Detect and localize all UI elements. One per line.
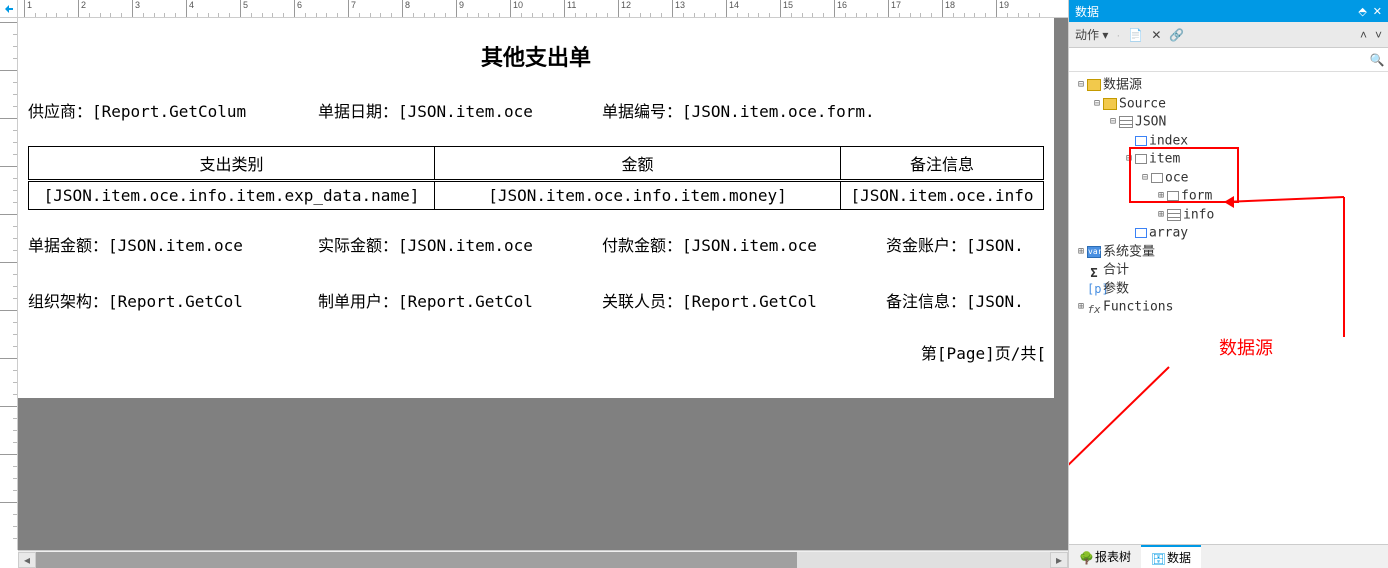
- tree-source[interactable]: ⊟Source ⊟JSON index ⊟item ⊟oce: [1091, 95, 1386, 243]
- number-cell[interactable]: 单据编号：[JSON.item.oce.form.: [602, 98, 932, 122]
- delete-icon[interactable]: ✕: [1151, 28, 1161, 42]
- remark-value: [JSON.: [966, 292, 1024, 311]
- close-icon[interactable]: ✕: [1373, 5, 1382, 18]
- remark-cell[interactable]: 备注信息：[JSON.: [886, 288, 1048, 312]
- page-footer: 第[Page]页/共[: [921, 344, 1046, 363]
- tree-index[interactable]: index: [1123, 132, 1386, 151]
- tree-sysvar[interactable]: ⊞var系统变量: [1075, 243, 1386, 262]
- bill-amount-value: [JSON.item.oce: [108, 236, 243, 255]
- tree-root-datasource[interactable]: ⊟数据源 ⊟Source ⊟JSON index ⊟item ⊟oce: [1075, 76, 1386, 243]
- supplier-cell[interactable]: 供应商：[Report.GetColum: [28, 98, 318, 122]
- tree-icon: 🌳: [1079, 551, 1091, 563]
- tab-report-tree[interactable]: 🌳 报表树: [1069, 545, 1141, 568]
- pay-amount-cell[interactable]: 付款金额：[JSON.item.oce: [602, 232, 882, 256]
- tree-array[interactable]: array: [1123, 224, 1386, 243]
- data-tree[interactable]: ⊟数据源 ⊟Source ⊟JSON index ⊟item ⊟oce: [1069, 72, 1388, 544]
- number-label: 单据编号：: [602, 102, 682, 121]
- scroll-track[interactable]: [36, 552, 1050, 568]
- tree-params[interactable]: [p]参数: [1075, 280, 1386, 299]
- date-value: [JSON.item.oce: [398, 102, 533, 121]
- person-value: [Report.GetCol: [682, 292, 817, 311]
- actual-amount-label: 实际金额：: [318, 236, 398, 255]
- scroll-thumb[interactable]: [36, 552, 797, 568]
- tree-item[interactable]: ⊟item ⊟oce ⊞form ⊞info: [1123, 150, 1386, 224]
- user-label: 制单用户：: [318, 292, 398, 311]
- user-cell[interactable]: 制单用户：[Report.GetCol: [318, 288, 598, 312]
- horizontal-scrollbar[interactable]: ◂ ▸: [18, 550, 1068, 568]
- cell-amount[interactable]: [JSON.item.oce.info.item.money]: [435, 181, 841, 210]
- ruler-vertical[interactable]: [0, 18, 18, 550]
- tree-form[interactable]: ⊞form: [1155, 187, 1386, 206]
- col-header-type[interactable]: 支出类别: [29, 147, 435, 181]
- pay-amount-value: [JSON.item.oce: [682, 236, 817, 255]
- panel-header[interactable]: 数据 ⬘ ✕: [1069, 0, 1388, 22]
- panel-tabs: 🌳 报表树 🗄 数据: [1069, 544, 1388, 568]
- account-cell[interactable]: 资金账户：[JSON.: [886, 232, 1048, 256]
- actions-dropdown[interactable]: 动作 ▾: [1075, 26, 1108, 43]
- user-value: [Report.GetCol: [398, 292, 533, 311]
- supplier-value: [Report.GetColum: [92, 102, 246, 121]
- scroll-left-button[interactable]: ◂: [18, 552, 36, 568]
- date-cell[interactable]: 单据日期：[JSON.item.oce: [318, 98, 598, 122]
- detail-table[interactable]: 支出类别 金额 备注信息 [JSON.item.oce.info.item.ex…: [18, 146, 1054, 210]
- supplier-label: 供应商：: [28, 102, 92, 121]
- data-icon: 🗄: [1151, 552, 1163, 564]
- panel-search: 🔍: [1069, 48, 1388, 72]
- up-icon[interactable]: ˄: [1360, 28, 1367, 42]
- new-icon[interactable]: 📄: [1128, 28, 1143, 42]
- account-value: [JSON.: [966, 236, 1024, 255]
- ruler-corner[interactable]: [0, 0, 18, 18]
- annotation-label: 数据源: [1219, 334, 1273, 360]
- pin-icon[interactable]: ⬘: [1358, 5, 1366, 18]
- annotation-arrow-2: [1069, 362, 1179, 544]
- data-panel: 数据 ⬘ ✕ 动作 ▾ · 📄 ✕ 🔗 ˄ ˅ 🔍 ⊟数据源 ⊟Sour: [1068, 0, 1388, 568]
- person-label: 关联人员：: [602, 292, 682, 311]
- tree-oce[interactable]: ⊟oce ⊞form ⊞info: [1139, 169, 1386, 225]
- search-input[interactable]: [1069, 51, 1366, 69]
- remark-label: 备注信息：: [886, 292, 966, 311]
- tree-info[interactable]: ⊞info: [1155, 206, 1386, 225]
- bill-amount-cell[interactable]: 单据金额：[JSON.item.oce: [28, 232, 318, 256]
- canvas[interactable]: 其他支出单 供应商：[Report.GetColum 单据日期：[JSON.it…: [18, 18, 1068, 550]
- ruler-horizontal[interactable]: [18, 0, 1068, 18]
- col-header-remark[interactable]: 备注信息: [841, 147, 1044, 181]
- actual-amount-value: [JSON.item.oce: [398, 236, 533, 255]
- cell-type[interactable]: [JSON.item.oce.info.item.exp_data.name]: [29, 181, 435, 210]
- link-icon[interactable]: 🔗: [1169, 28, 1184, 42]
- org-value: [Report.GetCol: [108, 292, 243, 311]
- number-value: [JSON.item.oce.form.: [682, 102, 875, 121]
- date-label: 单据日期：: [318, 102, 398, 121]
- canvas-empty-area: [18, 398, 1068, 538]
- tree-json[interactable]: ⊟JSON index ⊟item ⊟oce ⊞form: [1107, 113, 1386, 243]
- editor-pane: 其他支出单 供应商：[Report.GetColum 单据日期：[JSON.it…: [0, 0, 1068, 568]
- org-label: 组织架构：: [28, 292, 108, 311]
- bill-amount-label: 单据金额：: [28, 236, 108, 255]
- col-header-amount[interactable]: 金额: [435, 147, 841, 181]
- actual-amount-cell[interactable]: 实际金额：[JSON.item.oce: [318, 232, 598, 256]
- tree-functions[interactable]: ⊞fxFunctions: [1075, 298, 1386, 317]
- person-cell[interactable]: 关联人员：[Report.GetCol: [602, 288, 882, 312]
- org-cell[interactable]: 组织架构：[Report.GetCol: [28, 288, 318, 312]
- down-icon[interactable]: ˅: [1375, 28, 1382, 42]
- tree-total[interactable]: Σ合计: [1075, 261, 1386, 280]
- report-title[interactable]: 其他支出单: [481, 40, 591, 72]
- panel-title: 数据: [1075, 3, 1099, 20]
- account-label: 资金账户：: [886, 236, 966, 255]
- page-footer-cell[interactable]: 第[Page]页/共[: [886, 340, 1046, 364]
- scroll-right-button[interactable]: ▸: [1050, 552, 1068, 568]
- pay-amount-label: 付款金额：: [602, 236, 682, 255]
- search-icon[interactable]: 🔍: [1366, 53, 1388, 67]
- report-page[interactable]: 其他支出单 供应商：[Report.GetColum 单据日期：[JSON.it…: [18, 18, 1054, 398]
- panel-toolbar: 动作 ▾ · 📄 ✕ 🔗 ˄ ˅: [1069, 22, 1388, 48]
- tab-data[interactable]: 🗄 数据: [1141, 545, 1201, 568]
- cell-remark[interactable]: [JSON.item.oce.info: [841, 181, 1044, 210]
